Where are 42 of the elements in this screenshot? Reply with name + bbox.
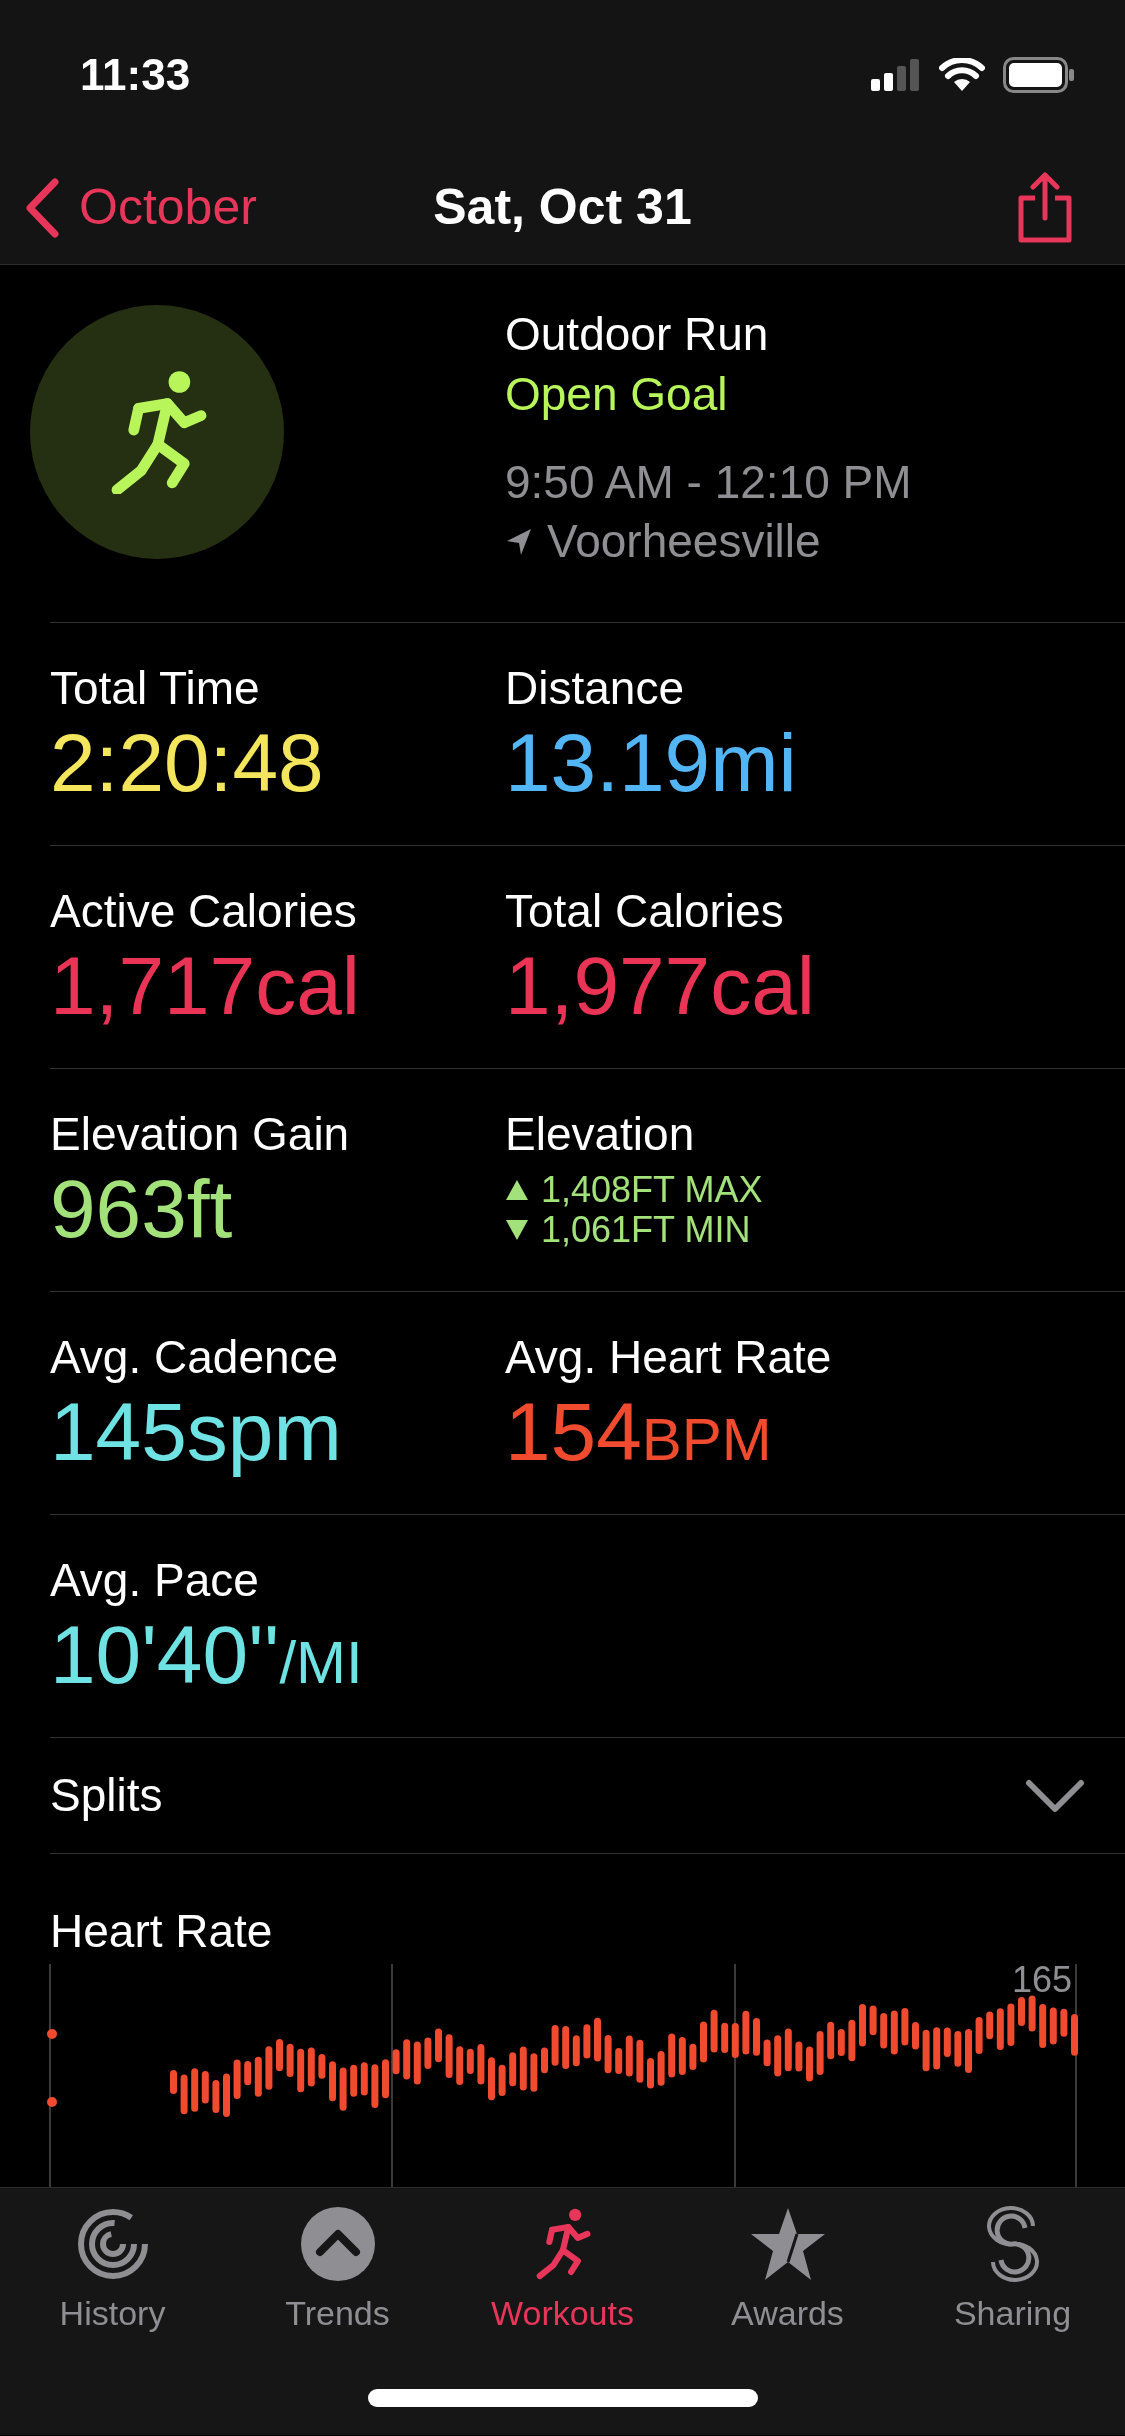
metric-value: 963ft <box>50 1162 233 1257</box>
signal-icon <box>871 59 921 91</box>
splits-label: Splits <box>50 1768 163 1823</box>
metric-value: 10'40''/MI <box>50 1608 363 1703</box>
page-title: Sat, Oct 31 <box>433 179 692 235</box>
metric-label: Avg. Cadence <box>50 1330 339 1385</box>
location-text: Voorheesville <box>547 514 821 570</box>
metric-label: Avg. Pace <box>50 1553 259 1608</box>
status-time: 11:33 <box>80 49 191 101</box>
elevation-reading: 1,061FT MIN <box>541 1209 751 1250</box>
axis-label: 165 <box>1011 1964 1072 2000</box>
back-button[interactable]: October <box>25 170 257 245</box>
tab-button[interactable]: Sharing <box>900 2206 1125 2339</box>
metric-value: 1,717cal <box>50 939 361 1034</box>
metric-label: Elevation Gain <box>50 1107 350 1162</box>
metric-label: Distance <box>505 661 684 716</box>
section-title: Heart Rate <box>50 1905 273 1957</box>
tab-button[interactable]: Awards <box>675 2206 900 2339</box>
up-triangle-icon <box>505 1178 529 1202</box>
metric-value: 145spm <box>50 1385 342 1480</box>
wifi-icon <box>939 58 985 92</box>
time-range: 9:50 AM - 12:10 PM <box>505 454 912 510</box>
metric-label: Total Time <box>50 661 260 716</box>
metric-label: Active Calories <box>50 884 357 939</box>
chevron-left-icon <box>25 177 59 238</box>
metric-value: 1,977cal <box>505 939 816 1034</box>
workout-goal: Open Goal <box>505 366 729 422</box>
tab-button[interactable]: Trends <box>225 2206 450 2339</box>
elevation-reading: 1,408FT MAX <box>541 1170 763 1210</box>
metric-value: 13.19mi <box>505 716 797 811</box>
tab-button[interactable]: Workouts <box>450 2206 675 2339</box>
workout-type: Outdoor Run <box>505 307 770 362</box>
metric-label: Elevation <box>505 1107 695 1162</box>
tab-button[interactable]: History <box>0 2206 225 2339</box>
metric-value: 2:20:48 <box>50 716 324 811</box>
trends-chevron-icon <box>299 2206 376 2282</box>
battery-icon <box>1003 57 1075 93</box>
metric-label: Avg. Heart Rate <box>505 1330 832 1385</box>
metric-label: Total Calories <box>505 884 784 939</box>
metric-value: 154BPM <box>505 1385 772 1480</box>
down-triangle-icon <box>505 1217 529 1242</box>
star-icon <box>749 2206 826 2282</box>
